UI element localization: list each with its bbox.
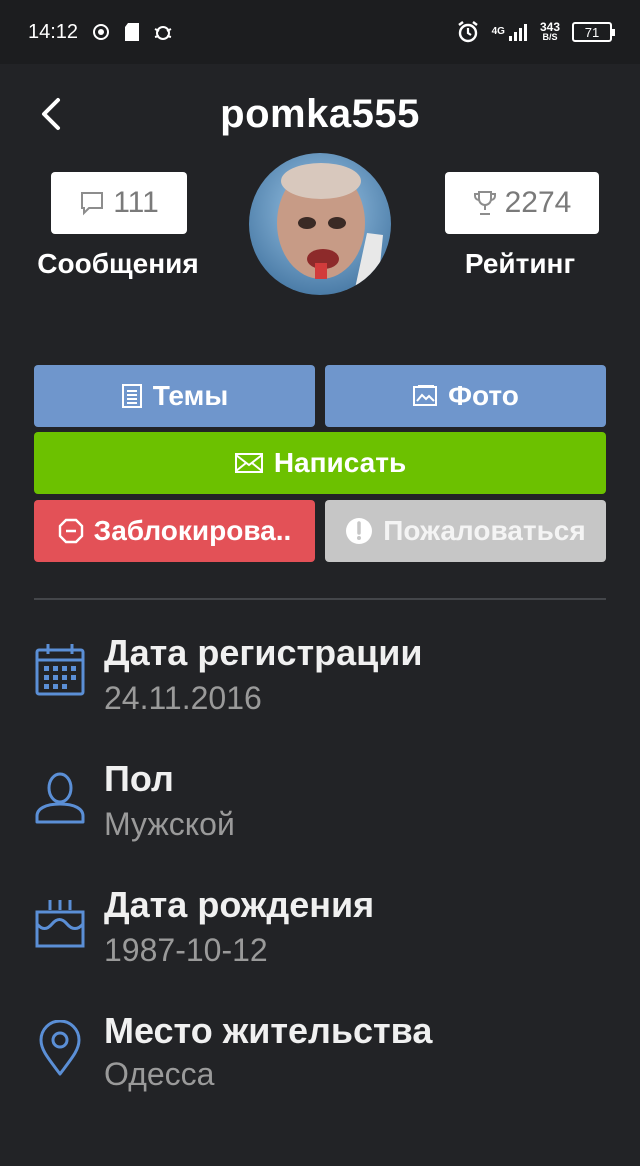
- block-label: Заблокирова..: [93, 515, 292, 546]
- photos-button[interactable]: Фото: [325, 365, 606, 427]
- notification-icon: [90, 21, 112, 43]
- document-icon: [121, 384, 142, 408]
- speech-bubble-icon: [81, 192, 104, 216]
- calendar-icon: [35, 644, 85, 696]
- info-value: Мужской: [104, 806, 235, 842]
- page-title: pomka555: [220, 92, 420, 136]
- user-icon: [35, 772, 85, 824]
- signal-icon: 4G: [492, 22, 528, 42]
- clock: 14:12: [28, 20, 79, 43]
- info-label: Пол: [104, 758, 174, 799]
- trophy-icon: [473, 191, 496, 215]
- bug-icon: [152, 21, 174, 43]
- sd-card-icon: [124, 22, 140, 42]
- info-residence: Место жительства Одесса: [34, 1010, 606, 1110]
- info-label: Дата рождения: [104, 884, 375, 925]
- avatar-photo: [249, 153, 391, 295]
- battery-icon: 71: [572, 22, 615, 42]
- header: pomka555: [0, 80, 640, 150]
- stop-octagon-icon: [58, 518, 83, 544]
- status-bar-left: 14:12: [28, 21, 174, 44]
- alarm-icon: [456, 20, 480, 44]
- rating-count-button[interactable]: 2274: [445, 172, 599, 234]
- info-label: Дата регистрации: [104, 632, 423, 673]
- photos-label: Фото: [448, 380, 519, 411]
- write-message-button[interactable]: Написать: [34, 432, 606, 494]
- battery-level: 71: [584, 24, 600, 40]
- messages-label: Сообщения: [37, 248, 199, 279]
- report-label: Пожаловаться: [383, 515, 586, 546]
- status-bar-right: 4G 343 B/S 71: [456, 20, 615, 44]
- report-button[interactable]: Пожаловаться: [325, 500, 606, 562]
- cake-icon: [35, 900, 85, 948]
- topics-label: Темы: [152, 380, 229, 411]
- rating-label: Рейтинг: [464, 248, 576, 279]
- block-button[interactable]: Заблокирова..: [34, 500, 315, 562]
- info-value: 24.11.2016: [104, 680, 262, 716]
- avatar[interactable]: [249, 153, 391, 295]
- divider: [34, 598, 606, 600]
- info-gender: Пол Мужской: [34, 758, 606, 858]
- rating-count: 2274: [504, 186, 572, 219]
- info-value: Одесса: [104, 1056, 215, 1092]
- status-bar: 14:12 4G 343 B/S 71: [0, 0, 640, 64]
- envelope-icon: [234, 453, 263, 473]
- network-speed: 343 B/S: [539, 20, 560, 42]
- info-registration-date: Дата регистрации 24.11.2016: [34, 632, 606, 732]
- topics-button[interactable]: Темы: [34, 365, 315, 427]
- exclamation-circle-icon: [346, 518, 373, 544]
- messages-count-button[interactable]: 111: [51, 172, 187, 234]
- info-birth-date: Дата рождения 1987-10-12: [34, 884, 606, 984]
- info-label: Место жительства: [104, 1010, 433, 1051]
- image-icon: [413, 385, 438, 406]
- info-value: 1987-10-12: [104, 932, 268, 968]
- location-pin-icon: [39, 1020, 81, 1076]
- write-message-label: Написать: [273, 447, 407, 478]
- messages-count: 111: [113, 186, 159, 219]
